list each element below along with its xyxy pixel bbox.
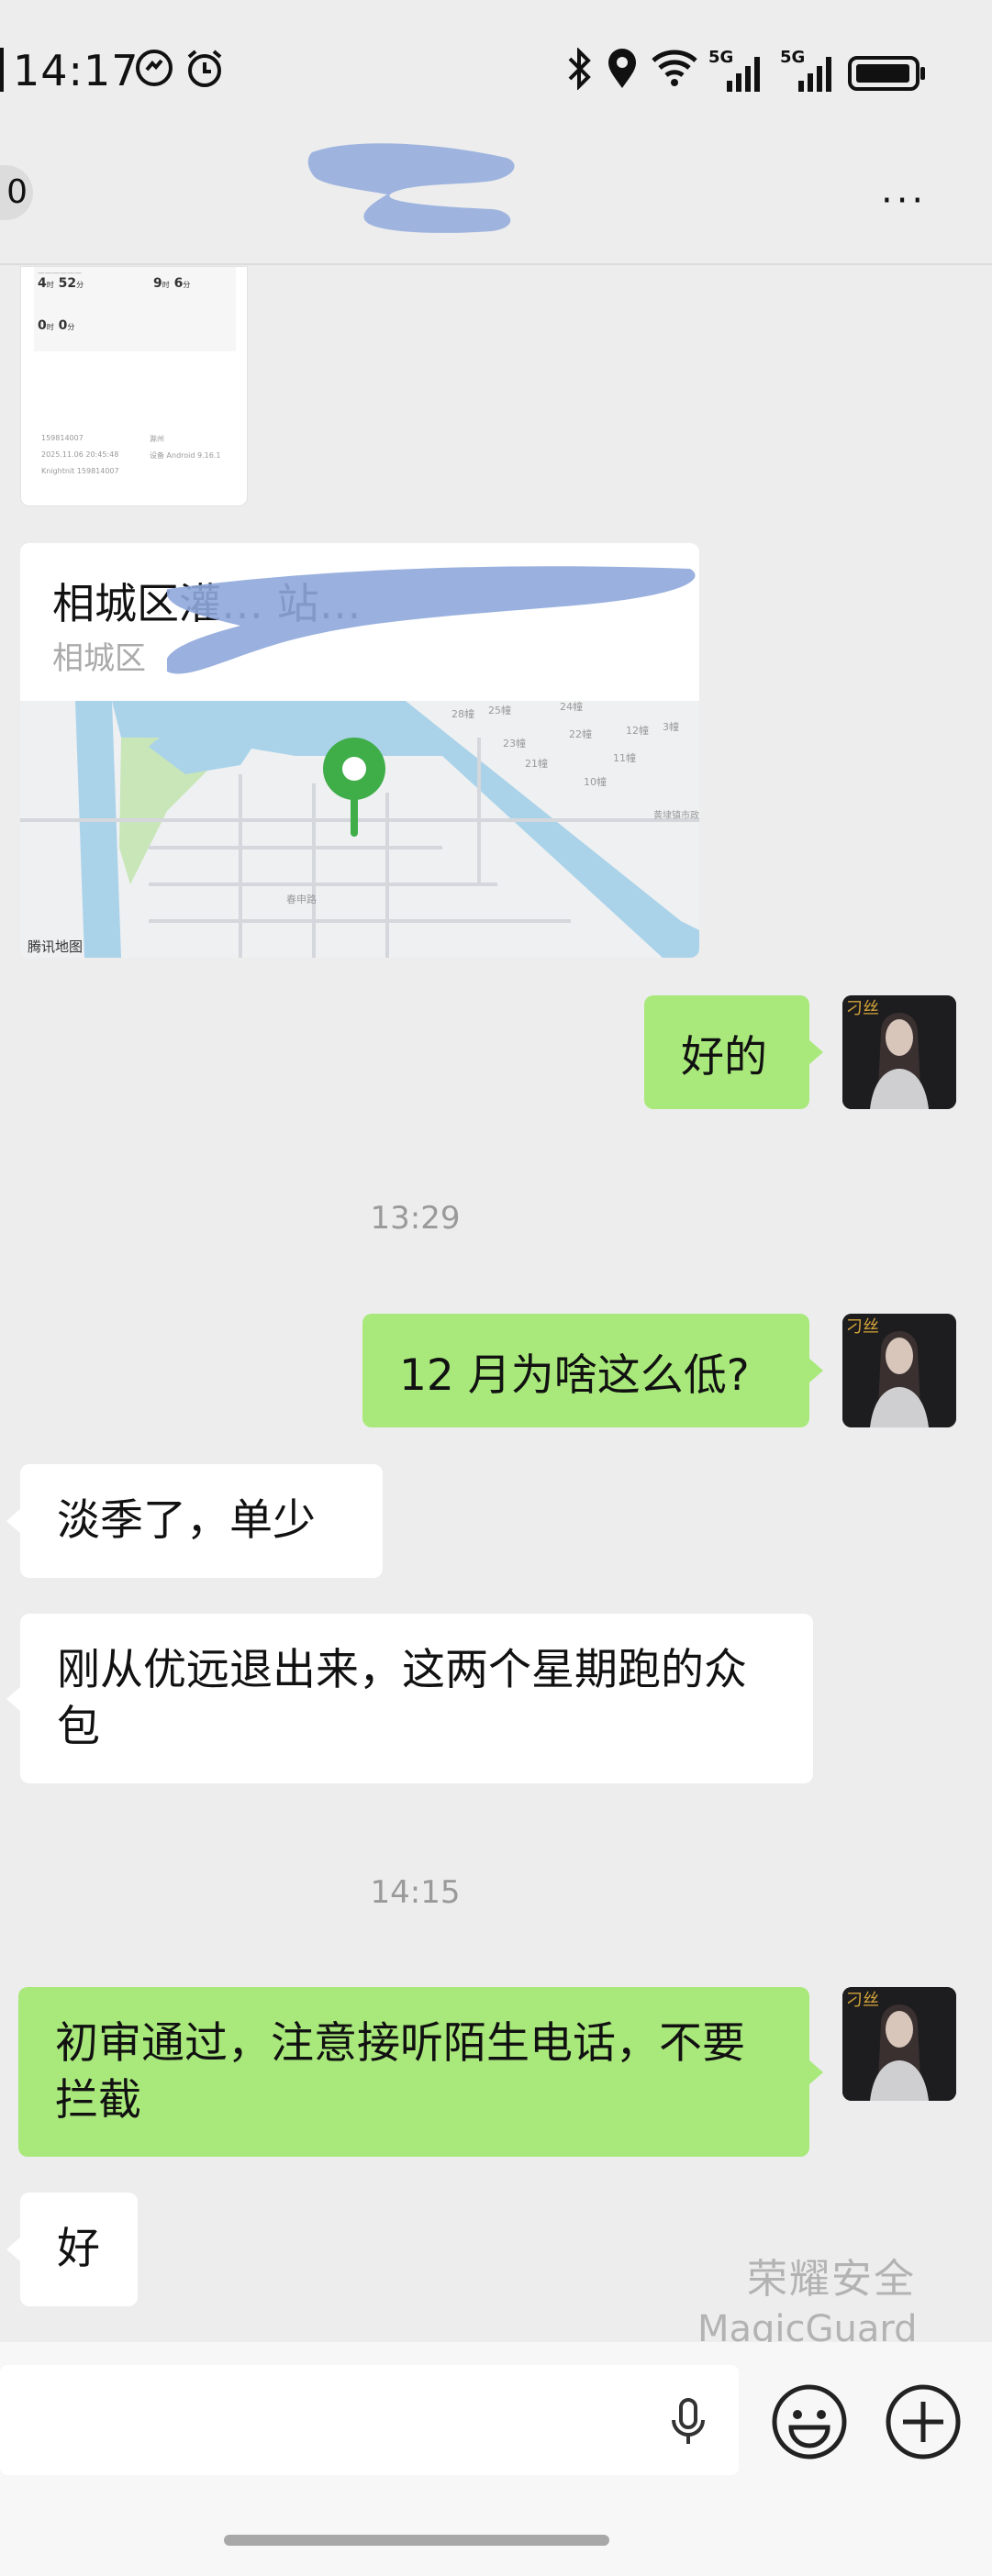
back-button[interactable]: 0	[0, 165, 33, 220]
signal-icon	[798, 57, 831, 92]
wifi-icon	[652, 50, 697, 86]
message-bubble-received[interactable]: 刚从优远退出来，这两个星期跑的众包	[6, 1614, 813, 1783]
location-message[interactable]: 相城区灌… 站… 相城区	[20, 543, 699, 958]
map-label: 21幢	[525, 757, 548, 770]
map-label: 黄埭镇市政管理所	[653, 809, 699, 821]
screenshot-row: 159814007	[41, 434, 84, 442]
map-label: 3幢	[663, 720, 679, 733]
mic-icon[interactable]	[663, 2396, 714, 2448]
stat-value: 4时 52分	[38, 276, 84, 291]
map-label: 12幢	[626, 724, 649, 737]
avatar[interactable]: 刁丝	[842, 995, 956, 1109]
message-text: 刚从优远退出来，这两个星期跑的众包	[57, 1644, 747, 1752]
battery-icon	[848, 56, 925, 91]
screenshot-stats-panel: —————— 4时 52分 9时 6分 0时 0分	[34, 267, 236, 351]
avatar-label: 刁丝	[846, 999, 879, 1018]
message-bubble-sent[interactable]: 初审通过，注意接听陌生电话，不要拦截	[18, 1987, 823, 2157]
message-text: 初审通过，注意接听陌生电话，不要拦截	[55, 2017, 745, 2126]
more-options-button[interactable]: ···	[881, 180, 927, 222]
map-label: 22幢	[569, 727, 592, 740]
map-label: 春申路	[286, 894, 317, 905]
status-time: 14:17	[13, 46, 139, 95]
screenshot-row: 设备 Android 9.16.1	[150, 451, 221, 460]
message-text: 好的	[681, 1031, 767, 1083]
message-bubble-sent[interactable]: 12 月为啥这么低?	[362, 1314, 823, 1427]
avatar-image: 刁丝	[842, 1987, 956, 2101]
screenshot-row: Knightnit 159814007	[41, 467, 119, 475]
message-bubble-received[interactable]: 好	[6, 2193, 138, 2306]
avatar-label: 刁丝	[846, 1991, 879, 2010]
shared-screenshot-message[interactable]: —————— 4时 52分 9时 6分 0时 0分 159814007 滁州 2…	[20, 266, 248, 506]
map-label: 23幢	[503, 737, 526, 749]
avatar-image: 刁丝	[842, 995, 956, 1109]
dnd-icon	[136, 50, 173, 86]
stat-value: 9时 6分	[153, 276, 191, 291]
header-divider	[0, 263, 992, 265]
message-text: 12 月为啥这么低?	[399, 1349, 750, 1401]
map-graphic: 28幢 25幢 24幢 23幢 22幢 12幢 3幢 11幢 21幢 10幢 黄…	[20, 700, 699, 958]
stat-value: 0时 0分	[38, 318, 75, 333]
emoji-icon[interactable]	[771, 2383, 848, 2460]
avatar[interactable]: 刁丝	[842, 1987, 956, 2101]
redaction-scribble	[167, 566, 696, 674]
message-text: 好	[57, 2224, 100, 2274]
location-subtitle: 相城区	[52, 640, 146, 677]
map-label: 11幢	[613, 751, 636, 764]
screenshot-row: 滁州	[150, 435, 164, 443]
message-text: 淡季了，单少	[57, 1495, 316, 1546]
home-indicator[interactable]	[224, 2535, 609, 2546]
redacted-chat-title	[307, 143, 515, 233]
map-label: 28幢	[451, 707, 474, 720]
message-input[interactable]	[0, 2365, 739, 2475]
watermark: 荣耀安全 MagicGuard	[697, 2246, 918, 2350]
message-timestamp: 14:15	[370, 1874, 461, 1911]
avatar-label: 刁丝	[846, 1317, 879, 1337]
status-bar: 14:17 5G 5G	[0, 0, 992, 147]
map-label: 25幢	[488, 704, 511, 716]
map-label: 24幢	[560, 701, 583, 713]
edge-marker	[0, 48, 4, 92]
map-brand: 腾讯地图	[28, 938, 84, 955]
watermark-line: 荣耀安全	[747, 2256, 916, 2303]
map-label: 10幢	[584, 775, 607, 788]
unread-count: 0	[6, 173, 28, 211]
message-bubble-received[interactable]: 淡季了，单少	[6, 1464, 383, 1578]
signal-icon	[727, 57, 760, 92]
avatar[interactable]: 刁丝	[842, 1314, 956, 1427]
message-timestamp: 13:29	[370, 1200, 461, 1237]
plus-icon[interactable]	[885, 2383, 962, 2460]
avatar-image: 刁丝	[842, 1314, 956, 1427]
screenshot-row: 2025.11.06 20:45:48	[41, 450, 119, 459]
bluetooth-icon	[568, 48, 591, 90]
message-bubble-sent[interactable]: 好的	[644, 995, 823, 1109]
alarm-icon	[187, 50, 222, 87]
location-icon	[608, 49, 636, 88]
location-map[interactable]: 28幢 25幢 24幢 23幢 22幢 12幢 3幢 11幢 21幢 10幢 黄…	[20, 700, 699, 958]
